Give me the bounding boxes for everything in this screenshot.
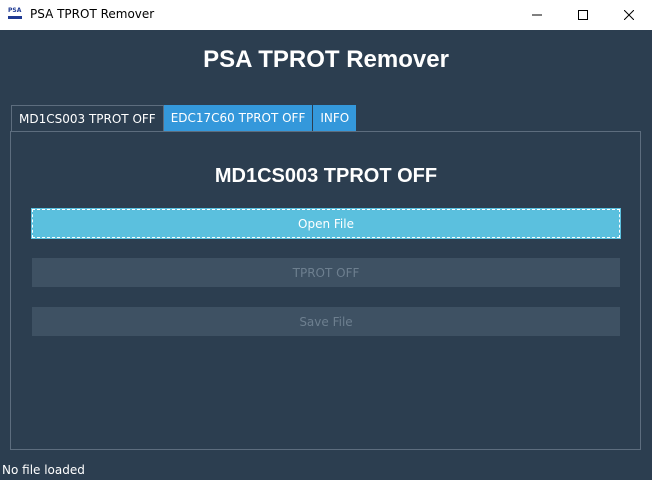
maximize-icon — [578, 10, 588, 20]
panel-heading: MD1CS003 TPROT OFF — [214, 165, 438, 187]
close-icon — [624, 10, 634, 20]
minimize-button[interactable] — [514, 0, 560, 30]
status-text: No file loaded — [2, 463, 85, 477]
save-file-button[interactable]: Save File — [32, 307, 620, 336]
minimize-icon — [532, 14, 542, 16]
tab-md1cs003[interactable]: MD1CS003 TPROT OFF — [11, 105, 164, 131]
maximize-button[interactable] — [560, 0, 606, 30]
open-file-button[interactable]: Open File — [31, 208, 621, 239]
window-title: PSA TPROT Remover — [30, 7, 155, 21]
title-bar: PSA PSA TPROT Remover — [0, 0, 652, 30]
app-icon: PSA — [8, 8, 24, 20]
tab-edc17c60[interactable]: EDC17C60 TPROT OFF — [163, 105, 314, 131]
tab-info[interactable]: INFO — [313, 105, 358, 131]
app-heading: PSA TPROT Remover — [203, 46, 449, 73]
tprot-off-button[interactable]: TPROT OFF — [32, 258, 620, 287]
tab-bar: MD1CS003 TPROT OFF EDC17C60 TPROT OFF IN… — [11, 105, 358, 131]
app-icon-label: PSA — [8, 7, 22, 14]
close-button[interactable] — [606, 0, 652, 30]
